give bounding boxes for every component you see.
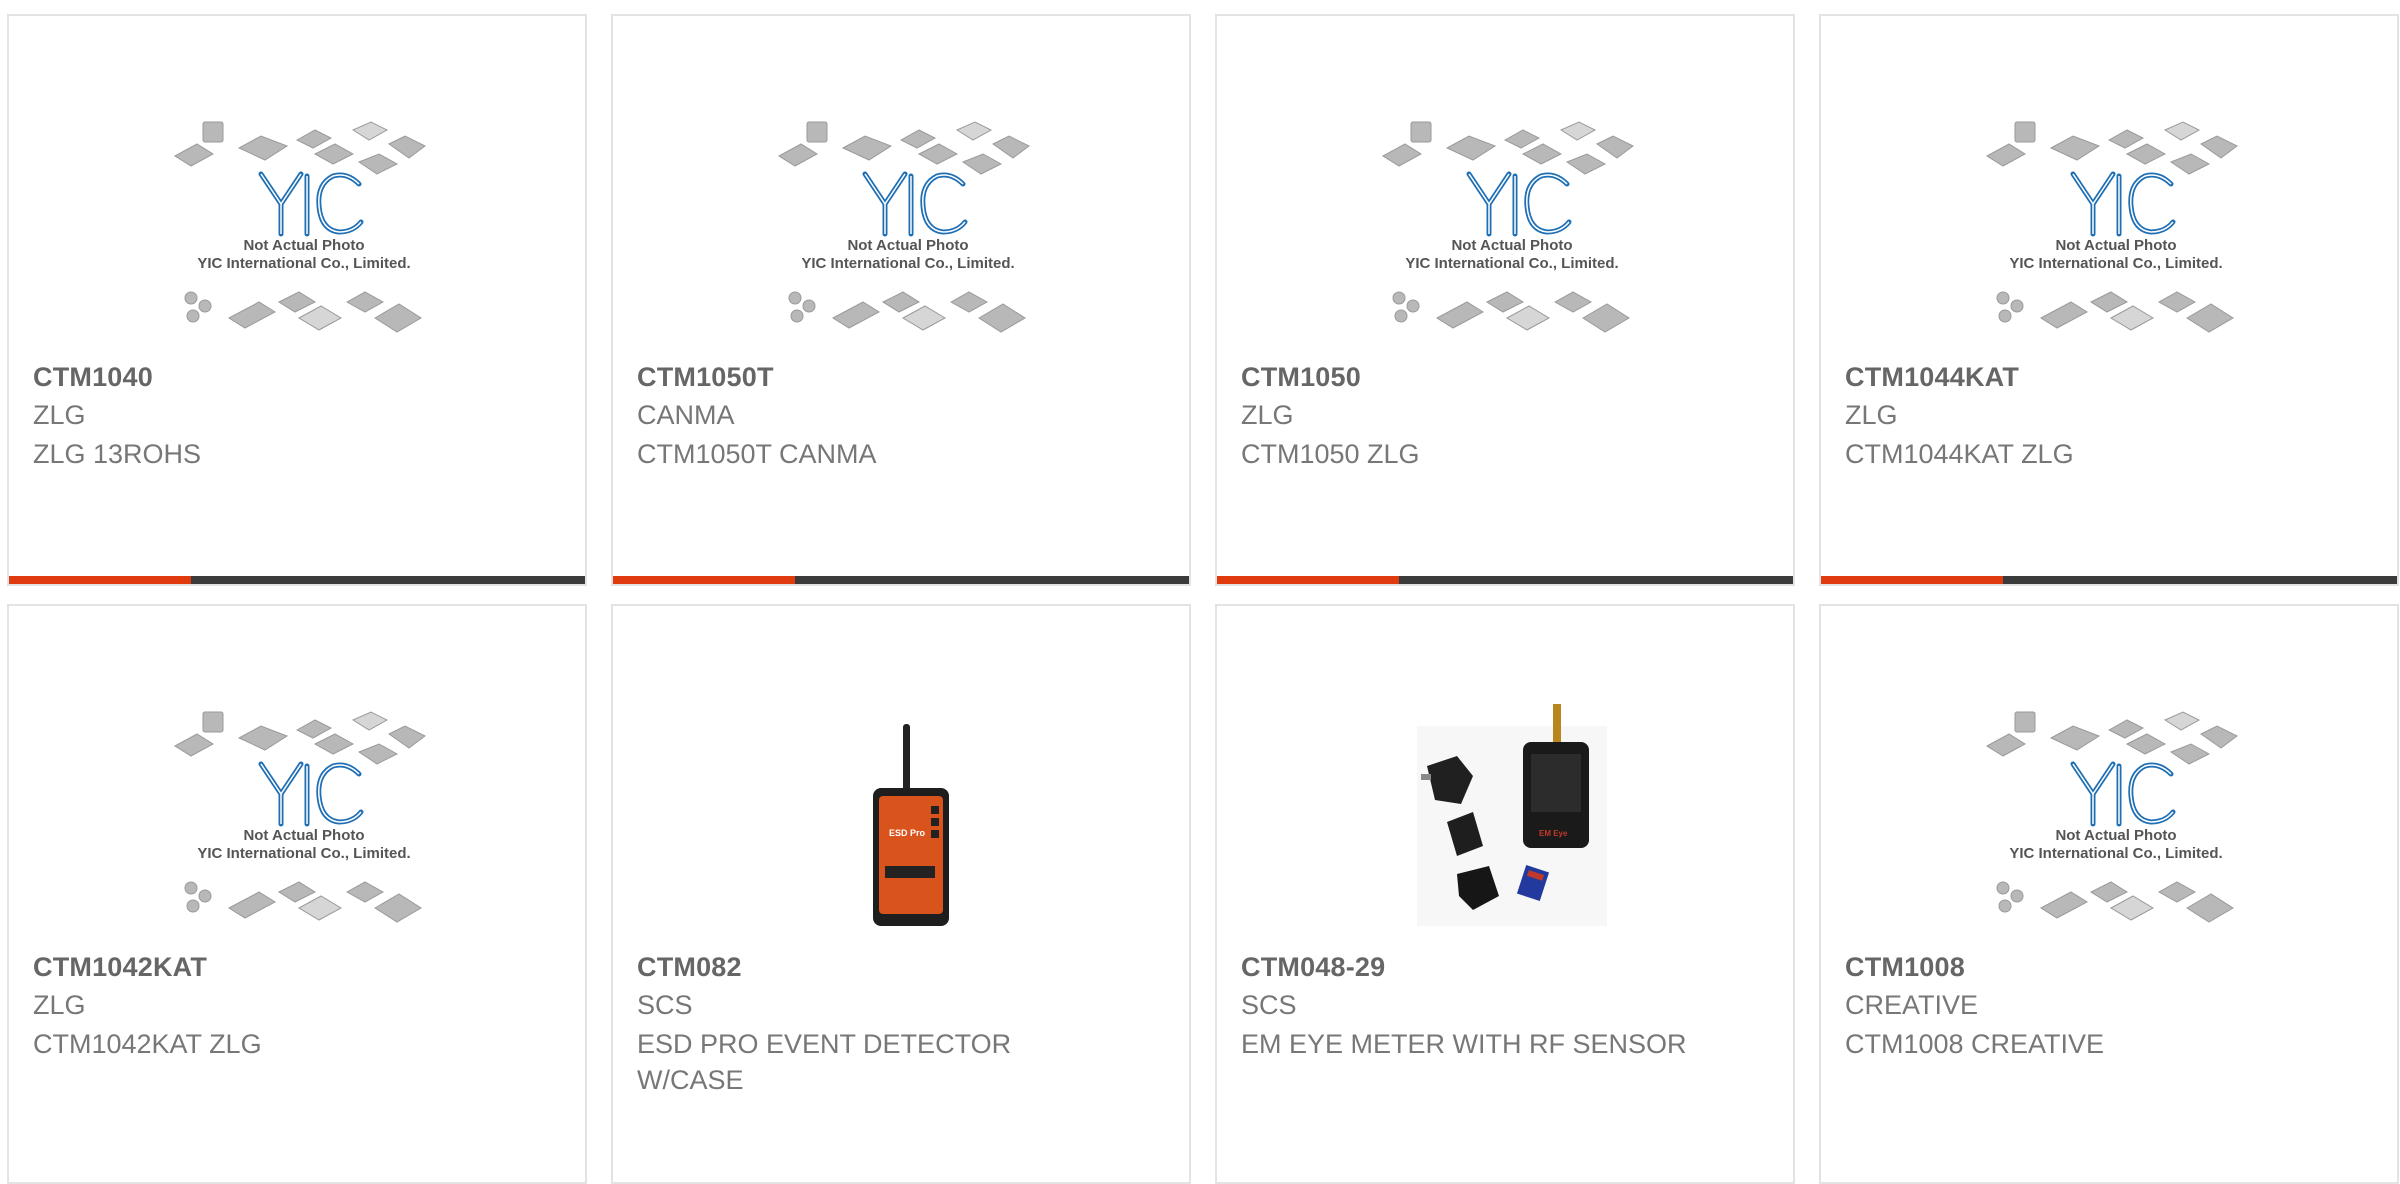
placeholder-product-image[interactable]: Not Actual Photo YIC International Co., …: [1981, 696, 2251, 946]
part-number[interactable]: CTM1050T: [637, 362, 774, 393]
placeholder-caption-1: Not Actual Photo: [243, 827, 364, 844]
product-card[interactable]: Not Actual Photo YIC International Co., …: [611, 14, 1191, 586]
placeholder-product-image[interactable]: Not Actual Photo YIC International Co., …: [169, 696, 439, 946]
product-description: EM EYE METER WITH RF SENSOR: [1241, 1029, 1687, 1059]
placeholder-product-image[interactable]: Not Actual Photo YIC International Co., …: [773, 106, 1043, 356]
em-eye-meter-photo[interactable]: EM Eye: [1377, 696, 1647, 946]
product-card[interactable]: Not Actual Photo YIC International Co., …: [7, 604, 587, 1184]
card-bottom-bar: [1821, 576, 2397, 584]
placeholder-caption-1: Not Actual Photo: [243, 237, 364, 254]
manufacturer: SCS: [1241, 990, 1297, 1020]
part-number[interactable]: CTM1050: [1241, 362, 1361, 393]
placeholder-caption-2: YIC International Co., Limited.: [197, 845, 410, 862]
manufacturer: ZLG: [1845, 400, 1898, 430]
card-bottom-bar: [9, 576, 585, 584]
manufacturer: CREATIVE: [1845, 990, 1979, 1020]
card-accent-stripe: [9, 576, 191, 584]
placeholder-caption-2: YIC International Co., Limited.: [197, 255, 410, 272]
card-accent-stripe: [1821, 576, 2003, 584]
product-description: CTM1044KAT ZLG: [1845, 439, 2074, 469]
device-label: EM Eye: [1539, 829, 1568, 838]
product-description: ESD PRO EVENT DETECTOR W/CASE: [637, 1029, 1012, 1095]
product-card[interactable]: Not Actual Photo YIC International Co., …: [1819, 604, 2399, 1184]
product-description: ZLG 13ROHS: [33, 439, 202, 469]
product-description: CTM1050T CANMA: [637, 439, 877, 469]
part-number[interactable]: CTM1040: [33, 362, 153, 393]
placeholder-product-image[interactable]: Not Actual Photo YIC International Co., …: [1981, 106, 2251, 356]
card-bottom-bar: [613, 576, 1189, 584]
placeholder-caption-2: YIC International Co., Limited.: [1405, 255, 1618, 272]
placeholder-caption-1: Not Actual Photo: [847, 237, 968, 254]
part-number[interactable]: CTM048-29: [1241, 952, 1385, 983]
manufacturer: ZLG: [1241, 400, 1294, 430]
product-description: CTM1042KAT ZLG: [33, 1029, 262, 1059]
placeholder-caption-1: Not Actual Photo: [1451, 237, 1572, 254]
product-card[interactable]: EM Eye CTM048-29 SCS EM EYE METER WITH RF …: [1215, 604, 1795, 1184]
card-accent-stripe: [1217, 576, 1399, 584]
placeholder-caption-2: YIC International Co., Limited.: [2009, 845, 2222, 862]
part-number[interactable]: CTM1008: [1845, 952, 1965, 983]
placeholder-caption-1: Not Actual Photo: [2055, 237, 2176, 254]
manufacturer: CANMA: [637, 400, 735, 430]
card-accent-stripe: [613, 576, 795, 584]
esd-detector-photo[interactable]: ESD Pro: [773, 696, 1043, 946]
part-number[interactable]: CTM082: [637, 952, 742, 983]
product-grid: Not Actual Photo YIC International Co., …: [0, 0, 2400, 1184]
manufacturer: ZLG: [33, 400, 86, 430]
product-card[interactable]: ESD Pro CTM082 SCS ESD PRO EVENT DETECTOR …: [611, 604, 1191, 1184]
placeholder-product-image[interactable]: Not Actual Photo YIC International Co., …: [169, 106, 439, 356]
product-card[interactable]: Not Actual Photo YIC International Co., …: [1215, 14, 1795, 586]
product-card[interactable]: Not Actual Photo YIC International Co., …: [1819, 14, 2399, 586]
svg-text:ESD Pro: ESD Pro: [889, 828, 926, 838]
placeholder-caption-2: YIC International Co., Limited.: [801, 255, 1014, 272]
product-description: CTM1008 CREATIVE: [1845, 1029, 2105, 1059]
card-bottom-bar: [1217, 576, 1793, 584]
manufacturer: ZLG: [33, 990, 86, 1020]
product-description: CTM1050 ZLG: [1241, 439, 1420, 469]
part-number[interactable]: CTM1044KAT: [1845, 362, 2019, 393]
part-number[interactable]: CTM1042KAT: [33, 952, 207, 983]
manufacturer: SCS: [637, 990, 693, 1020]
placeholder-caption-2: YIC International Co., Limited.: [2009, 255, 2222, 272]
placeholder-caption-1: Not Actual Photo: [2055, 827, 2176, 844]
product-card[interactable]: Not Actual Photo YIC International Co., …: [7, 14, 587, 586]
placeholder-product-image[interactable]: Not Actual Photo YIC International Co., …: [1377, 106, 1647, 356]
